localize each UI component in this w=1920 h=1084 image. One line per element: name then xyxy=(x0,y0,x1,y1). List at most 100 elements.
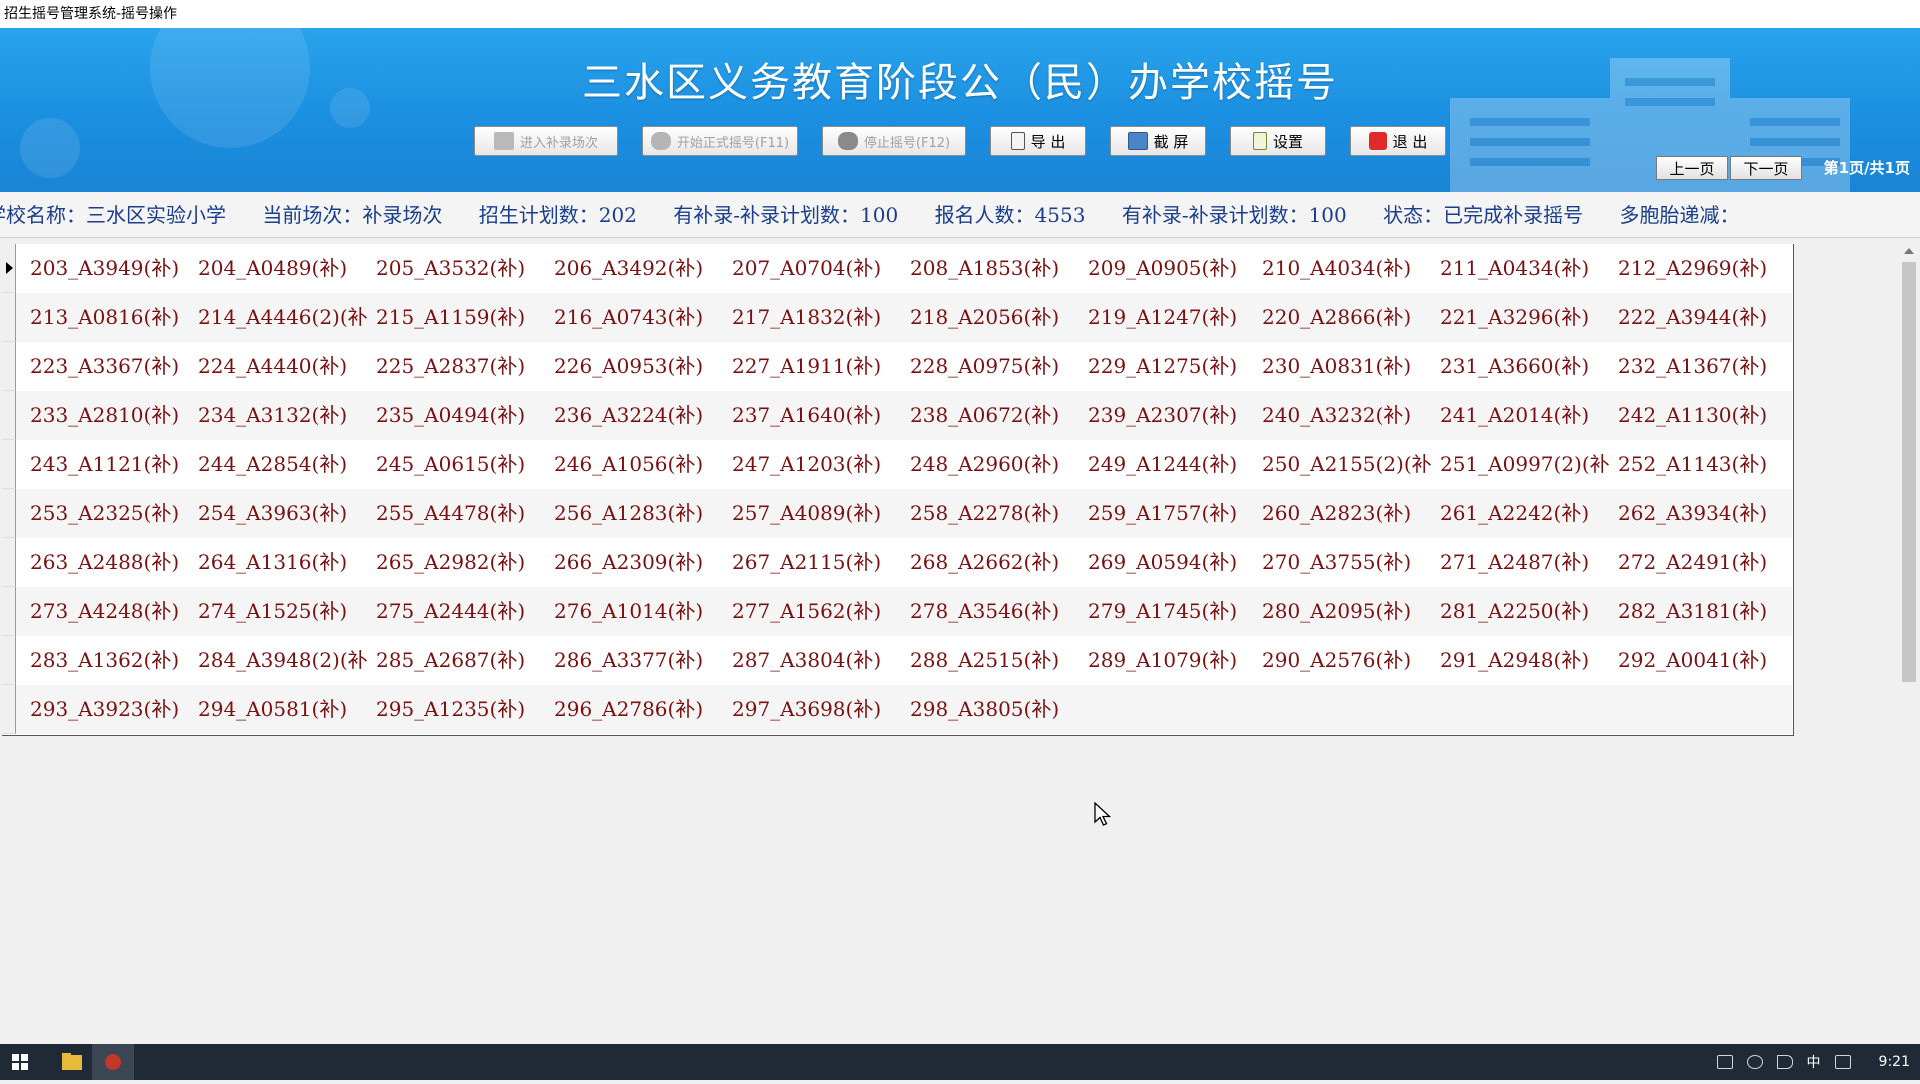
result-cell[interactable]: 203_A3949(补) xyxy=(30,244,198,293)
result-cell[interactable]: 240_A3232(补) xyxy=(1262,391,1440,440)
table-row[interactable]: 203_A3949(补) 204_A0489(补) 205_A3532(补) 206_… xyxy=(2,244,1792,293)
result-cell[interactable]: 257_A4089(补) xyxy=(732,489,910,538)
result-cell[interactable]: 212_A2969(补) xyxy=(1618,244,1790,293)
table-row[interactable]: 243_A1121(补) 244_A2854(补) 245_A0615(补) 246_… xyxy=(2,440,1792,489)
next-page-button[interactable]: 下一页 xyxy=(1730,156,1802,180)
result-cell[interactable]: 268_A2662(补) xyxy=(910,538,1088,587)
result-cell[interactable]: 290_A2576(补) xyxy=(1262,636,1440,685)
result-cell[interactable]: 275_A2444(补) xyxy=(376,587,554,636)
result-cell[interactable]: 265_A2982(补) xyxy=(376,538,554,587)
row-header[interactable] xyxy=(2,293,16,342)
result-cell[interactable]: 256_A1283(补) xyxy=(554,489,732,538)
result-cell[interactable]: 295_A1235(补) xyxy=(376,685,554,734)
result-cell[interactable]: 207_A0704(补) xyxy=(732,244,910,293)
enter-makeup-button[interactable]: 进入补录场次 xyxy=(474,126,618,156)
result-cell[interactable]: 231_A3660(补) xyxy=(1440,342,1618,391)
result-cell[interactable]: 266_A2309(补) xyxy=(554,538,732,587)
result-cell[interactable]: 235_A0494(补) xyxy=(376,391,554,440)
row-header[interactable] xyxy=(2,489,16,538)
clock[interactable]: 9:21 xyxy=(1879,1054,1910,1070)
result-cell[interactable]: 213_A0816(补) xyxy=(30,293,198,342)
result-cell[interactable]: 246_A1056(补) xyxy=(554,440,732,489)
result-cell[interactable]: 277_A1562(补) xyxy=(732,587,910,636)
table-row[interactable]: 253_A2325(补) 254_A3963(补) 255_A4478(补) 256_… xyxy=(2,489,1792,538)
row-header[interactable] xyxy=(2,342,16,391)
stop-draw-button[interactable]: 停止摇号(F12) xyxy=(822,126,966,156)
row-header[interactable] xyxy=(2,636,16,685)
result-cell[interactable]: 259_A1757(补) xyxy=(1088,489,1262,538)
battery-icon[interactable] xyxy=(1716,1055,1733,1069)
result-cell[interactable]: 243_A1121(补) xyxy=(30,440,198,489)
keyboard-grid-icon[interactable] xyxy=(1834,1055,1851,1069)
result-cell[interactable]: 293_A3923(补) xyxy=(30,685,198,734)
result-cell[interactable]: 248_A2960(补) xyxy=(910,440,1088,489)
result-cell[interactable]: 298_A3805(补) xyxy=(910,685,1088,734)
result-cell[interactable]: 263_A2488(补) xyxy=(30,538,198,587)
result-cell[interactable]: 245_A0615(补) xyxy=(376,440,554,489)
result-cell[interactable]: 261_A2242(补) xyxy=(1440,489,1618,538)
result-cell[interactable]: 230_A0831(补) xyxy=(1262,342,1440,391)
result-cell[interactable]: 291_A2948(补) xyxy=(1440,636,1618,685)
exit-button[interactable]: 退 出 xyxy=(1350,126,1446,156)
result-cell[interactable]: 278_A3546(补) xyxy=(910,587,1088,636)
result-cell[interactable]: 287_A3804(补) xyxy=(732,636,910,685)
result-cell[interactable]: 249_A1244(补) xyxy=(1088,440,1262,489)
result-cell[interactable]: 272_A2491(补) xyxy=(1618,538,1790,587)
result-cell[interactable]: 219_A1247(补) xyxy=(1088,293,1262,342)
start-button[interactable] xyxy=(0,1044,40,1080)
result-cell[interactable]: 229_A1275(补) xyxy=(1088,342,1262,391)
result-cell[interactable]: 297_A3698(补) xyxy=(732,685,910,734)
table-row[interactable]: 293_A3923(补) 294_A0581(补) 295_A1235(补) 296_… xyxy=(2,685,1792,734)
result-cell[interactable]: 239_A2307(补) xyxy=(1088,391,1262,440)
result-cell[interactable]: 254_A3963(补) xyxy=(198,489,376,538)
result-cell[interactable]: 218_A2056(补) xyxy=(910,293,1088,342)
result-cell[interactable]: 288_A2515(补) xyxy=(910,636,1088,685)
result-cell[interactable]: 236_A3224(补) xyxy=(554,391,732,440)
result-cell[interactable]: 209_A0905(补) xyxy=(1088,244,1262,293)
result-cell[interactable]: 224_A4440(补) xyxy=(198,342,376,391)
result-cell[interactable]: 274_A1525(补) xyxy=(198,587,376,636)
row-header[interactable] xyxy=(2,244,16,293)
result-cell[interactable]: 253_A2325(补) xyxy=(30,489,198,538)
row-header[interactable] xyxy=(2,391,16,440)
result-cell[interactable]: 264_A1316(补) xyxy=(198,538,376,587)
result-cell[interactable]: 252_A1143(补) xyxy=(1618,440,1790,489)
export-button[interactable]: 导 出 xyxy=(990,126,1086,156)
network-globe-icon[interactable] xyxy=(1746,1055,1763,1069)
result-cell[interactable]: 281_A2250(补) xyxy=(1440,587,1618,636)
result-cell[interactable]: 260_A2823(补) xyxy=(1262,489,1440,538)
result-cell[interactable]: 294_A0581(补) xyxy=(198,685,376,734)
result-cell[interactable]: 269_A0594(补) xyxy=(1088,538,1262,587)
result-cell[interactable]: 283_A1362(补) xyxy=(30,636,198,685)
result-cell[interactable]: 206_A3492(补) xyxy=(554,244,732,293)
scroll-up-icon[interactable] xyxy=(1904,248,1914,254)
result-cell[interactable]: 217_A1832(补) xyxy=(732,293,910,342)
result-cell[interactable]: 225_A2837(补) xyxy=(376,342,554,391)
result-cell[interactable]: 282_A3181(补) xyxy=(1618,587,1790,636)
result-cell[interactable]: 205_A3532(补) xyxy=(376,244,554,293)
result-cell[interactable]: 237_A1640(补) xyxy=(732,391,910,440)
results-grid[interactable]: 203_A3949(补) 204_A0489(补) 205_A3532(补) 206_… xyxy=(2,244,1794,736)
result-cell[interactable]: 211_A0434(补) xyxy=(1440,244,1618,293)
result-cell[interactable]: 232_A1367(补) xyxy=(1618,342,1790,391)
row-header[interactable] xyxy=(2,538,16,587)
result-cell[interactable]: 276_A1014(补) xyxy=(554,587,732,636)
result-cell[interactable]: 271_A2487(补) xyxy=(1440,538,1618,587)
result-cell[interactable]: 221_A3296(补) xyxy=(1440,293,1618,342)
result-cell[interactable]: 273_A4248(补) xyxy=(30,587,198,636)
ime-indicator[interactable]: 中 xyxy=(1807,1052,1821,1072)
table-row[interactable]: 273_A4248(补) 274_A1525(补) 275_A2444(补) 276_… xyxy=(2,587,1792,636)
result-cell[interactable]: 270_A3755(补) xyxy=(1262,538,1440,587)
row-header[interactable] xyxy=(2,587,16,636)
result-cell[interactable]: 280_A2095(补) xyxy=(1262,587,1440,636)
file-explorer-taskbar[interactable] xyxy=(52,1044,92,1080)
result-cell[interactable]: 215_A1159(补) xyxy=(376,293,554,342)
result-cell[interactable]: 222_A3944(补) xyxy=(1618,293,1790,342)
result-cell[interactable]: 223_A3367(补) xyxy=(30,342,198,391)
result-cell[interactable]: 241_A2014(补) xyxy=(1440,391,1618,440)
result-cell[interactable]: 204_A0489(补) xyxy=(198,244,376,293)
result-cell[interactable]: 251_A0997(2)(补 xyxy=(1440,440,1618,489)
result-cell[interactable]: 233_A2810(补) xyxy=(30,391,198,440)
result-cell[interactable]: 262_A3934(补) xyxy=(1618,489,1790,538)
scroll-thumb[interactable] xyxy=(1902,262,1916,682)
